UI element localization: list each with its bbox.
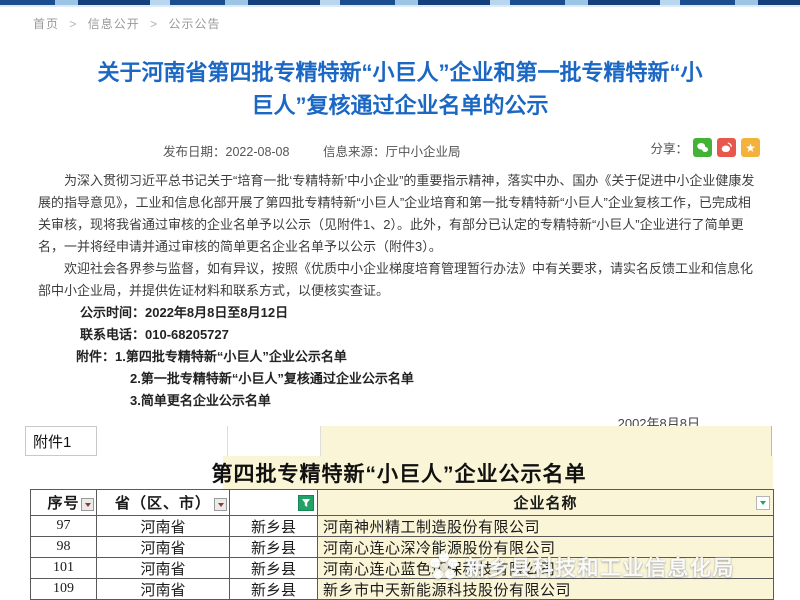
publish-date: 发布日期：2022-08-08 bbox=[163, 141, 289, 160]
wechat-bubbles-icon bbox=[696, 141, 709, 154]
table-cell-index: 101 bbox=[31, 558, 97, 579]
table-cell-company: 新乡市中天新能源科技股份有限公司 bbox=[318, 579, 774, 600]
column-header-index-label: 序号 bbox=[47, 492, 79, 513]
table-cell-province: 河南省 bbox=[97, 537, 230, 558]
table-cell-province: 河南省 bbox=[97, 516, 230, 537]
share-wechat-icon[interactable] bbox=[693, 138, 712, 157]
table-cell-county: 新乡县 bbox=[230, 579, 318, 600]
column-header-province: 省（区、市） bbox=[97, 490, 230, 516]
column-header-county bbox=[230, 490, 318, 516]
attachment-line-2: 2.第一批专精特新“小巨人”复核通过企业公示名单 bbox=[38, 368, 762, 390]
share-qzone-icon[interactable]: ★ bbox=[741, 138, 760, 157]
attachments-label: 附件： bbox=[38, 346, 115, 368]
column-header-company: 企业名称 bbox=[318, 490, 774, 516]
table-cell-company: 河南心连心深冷能源股份有限公司 bbox=[318, 537, 774, 558]
breadcrumb-info-disclosure[interactable]: 信息公开 bbox=[88, 17, 140, 31]
table-cell-company: 河南神州精工制造股份有限公司 bbox=[318, 516, 774, 537]
publicity-time: 公示时间：2022年8月8日至8月12日 bbox=[38, 302, 762, 324]
column-header-company-label: 企业名称 bbox=[513, 492, 577, 513]
attachment-line-1: 附件： 1.第四批专精特新“小巨人”企业公示名单 bbox=[38, 346, 762, 368]
breadcrumb-separator: > bbox=[69, 17, 77, 31]
page: 首页 > 信息公开 > 公示公告 关于河南省第四批专精特新“小巨人”企业和第一批… bbox=[0, 0, 800, 600]
dropdown-arrow-icon bbox=[85, 503, 91, 507]
dropdown-arrow-icon bbox=[218, 503, 224, 507]
info-source-value: 厅中小企业局 bbox=[386, 145, 461, 159]
publish-date-label: 发布日期： bbox=[163, 145, 226, 159]
breadcrumb: 首页 > 信息公开 > 公示公告 bbox=[33, 15, 220, 32]
contact-phone: 联系电话：010-68205727 bbox=[38, 324, 762, 346]
sheet-table-title-text: 第四批专精特新“小巨人”企业公示名单 bbox=[212, 458, 587, 488]
attachment-line-3: 3.简单更名企业公示名单 bbox=[38, 390, 762, 412]
column-header-province-label: 省（区、市） bbox=[115, 492, 211, 513]
attachment1-cell: 附件1 bbox=[25, 426, 97, 456]
publish-date-value: 2022-08-08 bbox=[226, 145, 290, 159]
table-cell-county: 新乡县 bbox=[230, 516, 318, 537]
sheet-gridline bbox=[227, 426, 228, 456]
table-cell-county: 新乡县 bbox=[230, 537, 318, 558]
sheet-table-title: 第四批专精特新“小巨人”企业公示名单 bbox=[25, 456, 773, 489]
paragraph-supervision: 欢迎社会各界参与监督，如有异议，按照《优质中小企业梯度培育管理暂行办法》中有关要… bbox=[38, 258, 762, 302]
meta-bar: 发布日期：2022-08-08 信息来源：厅中小企业局 分享： ★ bbox=[0, 138, 800, 162]
attachment-spreadsheet: 附件1 第四批专精特新“小巨人”企业公示名单 序号 省（区、市） bbox=[0, 425, 800, 600]
share-bar: 分享： ★ bbox=[650, 138, 760, 157]
active-filter-funnel-icon[interactable] bbox=[298, 495, 314, 511]
funnel-icon bbox=[301, 498, 311, 508]
company-table: 序号 省（区、市） 企业名称 97 河南省 bbox=[30, 489, 774, 600]
column-header-index: 序号 bbox=[31, 490, 97, 516]
sheet-yellow-strip bbox=[320, 426, 772, 456]
filter-dropdown-icon[interactable] bbox=[756, 496, 770, 510]
breadcrumb-home[interactable]: 首页 bbox=[33, 17, 59, 31]
table-cell-county: 新乡县 bbox=[230, 558, 318, 579]
attachment-link-3[interactable]: 3.简单更名企业公示名单 bbox=[130, 390, 271, 412]
dropdown-arrow-icon bbox=[760, 501, 766, 505]
attachment-link-1[interactable]: 1.第四批专精特新“小巨人”企业公示名单 bbox=[115, 346, 347, 368]
paragraph-intro: 为深入贯彻习近平总书记关于“培育一批‘专精特新’中小企业”的重要指示精神，落实中… bbox=[38, 170, 762, 258]
weibo-eye-icon bbox=[720, 141, 733, 154]
share-weibo-icon[interactable] bbox=[717, 138, 736, 157]
table-cell-province: 河南省 bbox=[97, 558, 230, 579]
table-cell-index: 98 bbox=[31, 537, 97, 558]
article-body: 为深入贯彻习近平总书记关于“培育一批‘专精特新’中小企业”的重要指示精神，落实中… bbox=[38, 170, 762, 435]
page-title: 关于河南省第四批专精特新“小巨人”企业和第一批专精特新“小巨人”复核通过企业名单… bbox=[95, 56, 705, 122]
table-cell-index: 109 bbox=[31, 579, 97, 600]
table-cell-index: 97 bbox=[31, 516, 97, 537]
breadcrumb-separator: > bbox=[150, 17, 158, 31]
info-source-label: 信息来源： bbox=[323, 145, 386, 159]
table-cell-province: 河南省 bbox=[97, 579, 230, 600]
share-label: 分享： bbox=[650, 138, 688, 157]
filter-dropdown-icon[interactable] bbox=[214, 498, 227, 511]
top-decor-bar-light bbox=[0, 5, 800, 7]
breadcrumb-current: 公示公告 bbox=[168, 17, 220, 31]
info-source: 信息来源：厅中小企业局 bbox=[323, 141, 461, 160]
table-cell-company: 河南心连心蓝色环保科技有限公司 bbox=[318, 558, 774, 579]
attachment-link-2[interactable]: 2.第一批专精特新“小巨人”复核通过企业公示名单 bbox=[130, 368, 414, 390]
filter-dropdown-icon[interactable] bbox=[81, 498, 94, 511]
